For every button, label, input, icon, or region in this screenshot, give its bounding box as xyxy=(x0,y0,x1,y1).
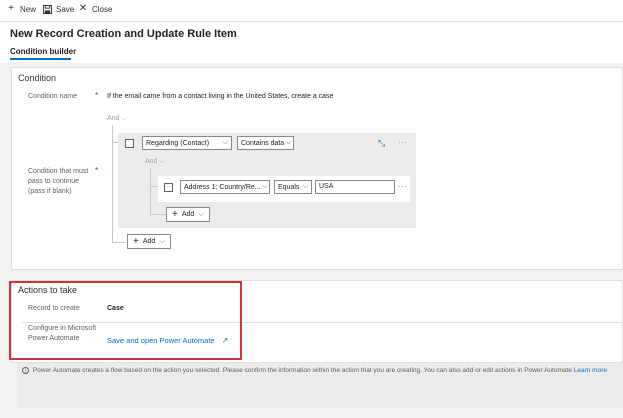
row-checkbox[interactable] xyxy=(164,183,173,192)
more-options-icon[interactable]: ··· xyxy=(398,137,407,147)
info-text: Power Automate creates a flow based on t… xyxy=(32,367,572,375)
group-checkbox[interactable] xyxy=(125,139,134,148)
chevron-down-icon: ⌵ xyxy=(222,139,228,146)
group-field-dropdown[interactable]: Regarding (Contact) ⌵ xyxy=(142,136,232,150)
root-and-operator[interactable]: And ⌵ xyxy=(107,115,127,123)
group-add-button[interactable]: + Add ⌵ xyxy=(166,207,210,222)
save-button[interactable]: Save xyxy=(42,4,74,14)
collapse-icon[interactable]: ⤡ xyxy=(378,138,385,149)
root-add-label: Add xyxy=(142,238,156,245)
plus-icon: + xyxy=(172,209,178,220)
save-button-label: Save xyxy=(56,4,75,14)
condition-name-label: Condition name xyxy=(28,93,78,100)
group-operator-value: Contains data xyxy=(241,139,285,147)
more-options-icon[interactable]: ··· xyxy=(398,181,407,191)
chevron-down-icon: ⌵ xyxy=(159,237,165,245)
page-title: New Record Creation and Update Rule Item xyxy=(10,28,237,40)
root-add-button[interactable]: + Add ⌵ xyxy=(127,234,171,249)
chevron-down-icon: ⌵ xyxy=(262,183,268,190)
close-button[interactable]: ✕ Close xyxy=(78,3,113,14)
learn-more-link[interactable]: Learn more xyxy=(574,367,607,374)
required-marker: * xyxy=(95,166,99,175)
chevron-down-icon: ⌵ xyxy=(198,210,204,218)
close-button-label: Close xyxy=(92,4,113,14)
chevron-down-icon: ⌵ xyxy=(286,139,292,146)
row-value-input[interactable]: USA xyxy=(315,180,395,194)
info-icon: i xyxy=(22,367,29,374)
required-marker: * xyxy=(95,91,99,100)
row-field-dropdown[interactable]: Address 1: Country/Re... ⌵ xyxy=(180,180,270,194)
tab-active-indicator xyxy=(10,58,71,60)
chevron-down-icon: ⌵ xyxy=(121,115,127,122)
condition-continue-label: Condition that must pass to continue (pa… xyxy=(28,168,89,195)
row-operator-value: Equals xyxy=(278,183,300,191)
highlight-box xyxy=(9,281,242,360)
condition-name-value[interactable]: If the email came from a contact living … xyxy=(107,93,333,100)
new-button-label: New xyxy=(20,4,37,14)
group-field-value: Regarding (Contact) xyxy=(146,139,210,147)
plus-icon: + xyxy=(133,236,139,247)
root-and-label: And xyxy=(107,115,120,122)
group-and-operator[interactable]: And ⌵ xyxy=(145,158,165,166)
new-button[interactable]: + New xyxy=(6,4,36,14)
group-operator-dropdown[interactable]: Contains data ⌵ xyxy=(237,136,294,150)
row-field-value: Address 1: Country/Re... xyxy=(184,183,261,191)
floppy-disk-icon xyxy=(42,4,52,14)
tab-condition-builder[interactable]: Condition builder xyxy=(10,47,76,56)
close-icon: ✕ xyxy=(78,3,88,14)
group-add-label: Add xyxy=(181,211,195,218)
condition-section-title: Condition xyxy=(18,73,57,83)
info-message: i Power Automate creates a flow based on… xyxy=(22,367,607,374)
chevron-down-icon: ⌵ xyxy=(159,158,165,165)
row-operator-dropdown[interactable]: Equals ⌵ xyxy=(274,180,312,194)
chevron-down-icon: ⌵ xyxy=(302,183,308,190)
plus-icon: + xyxy=(8,3,14,14)
group-and-label: And xyxy=(145,158,158,165)
command-bar: + New Save ✕ Close xyxy=(0,0,623,22)
